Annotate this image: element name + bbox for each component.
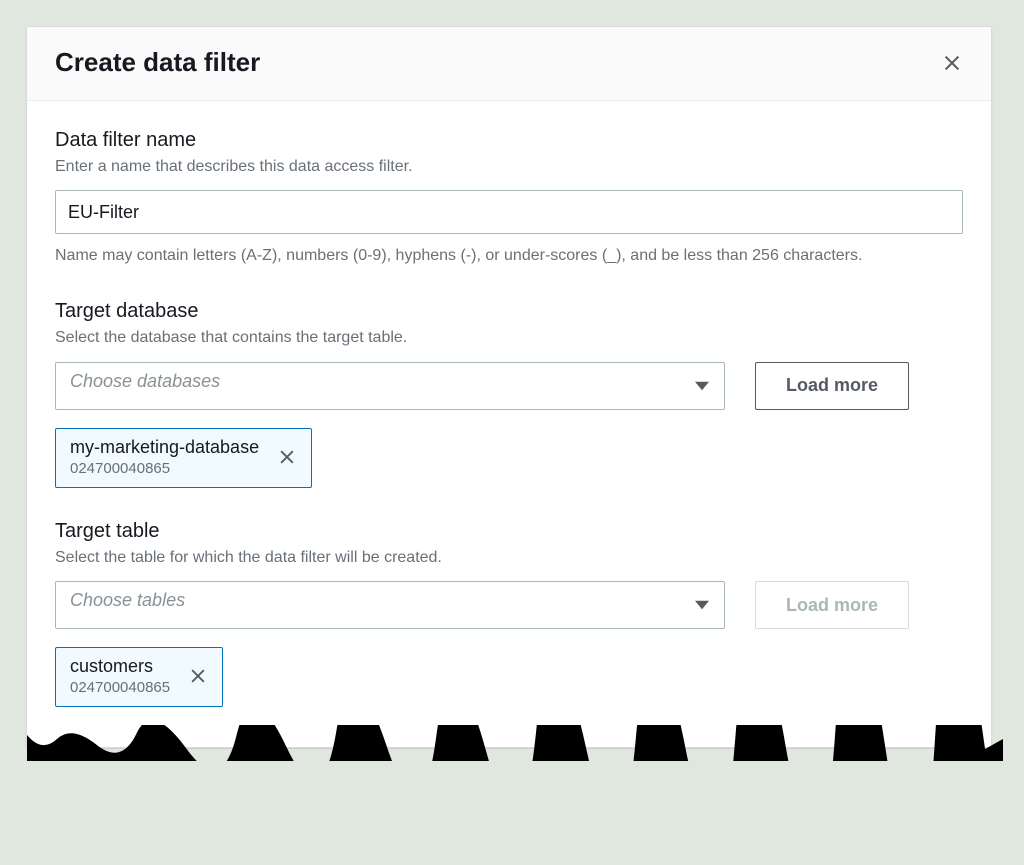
close-icon[interactable] [941, 52, 963, 74]
selected-database-token: my-marketing-database 024700040865 [55, 428, 312, 488]
database-load-more-button[interactable]: Load more [755, 362, 909, 410]
filter-name-constraint: Name may contain letters (A-Z), numbers … [55, 244, 963, 268]
target-database-hint: Select the database that contains the ta… [55, 327, 963, 349]
table-select[interactable]: Choose tables [55, 581, 725, 629]
remove-table-icon[interactable] [188, 666, 208, 686]
filter-name-hint: Enter a name that describes this data ac… [55, 156, 963, 178]
selected-database-account: 024700040865 [70, 460, 259, 477]
database-select[interactable]: Choose databases [55, 362, 725, 410]
filter-name-label: Data filter name [55, 129, 963, 152]
table-load-more-button: Load more [755, 581, 909, 629]
target-table-section: Target table Select the table for which … [55, 520, 963, 707]
target-table-label: Target table [55, 520, 963, 543]
modal-header: Create data filter [27, 27, 991, 101]
filter-name-section: Data filter name Enter a name that descr… [55, 129, 963, 268]
modal-title: Create data filter [55, 47, 260, 78]
remove-database-icon[interactable] [277, 447, 297, 467]
selected-table-token: customers 024700040865 [55, 647, 223, 707]
create-data-filter-modal: Create data filter Data filter name Ente… [26, 26, 992, 748]
target-database-section: Target database Select the database that… [55, 300, 963, 487]
selected-database-name: my-marketing-database [70, 437, 259, 458]
target-table-hint: Select the table for which the data filt… [55, 547, 963, 569]
target-database-label: Target database [55, 300, 963, 323]
selected-table-name: customers [70, 656, 170, 677]
filter-name-input[interactable] [55, 190, 963, 234]
selected-table-account: 024700040865 [70, 679, 170, 696]
